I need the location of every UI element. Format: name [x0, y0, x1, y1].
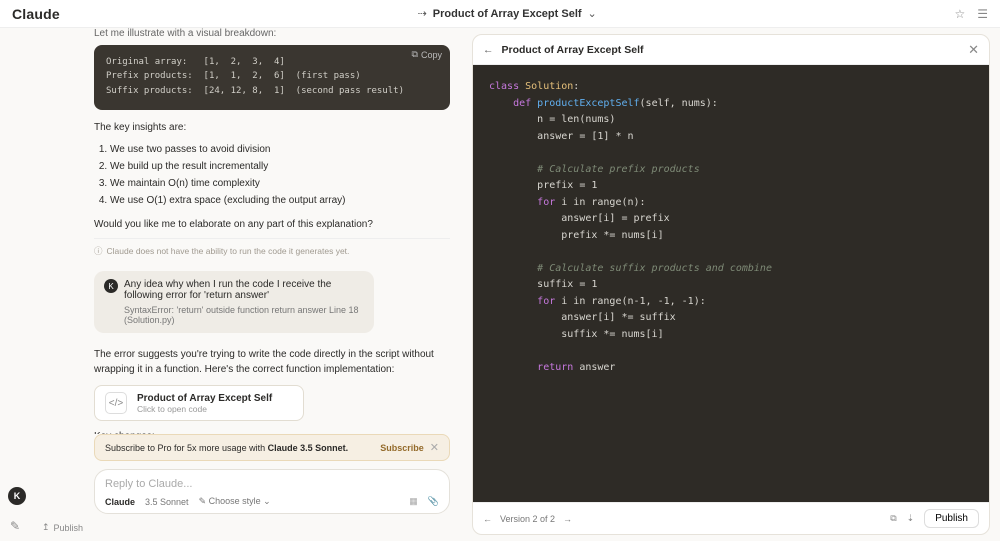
attach-icon[interactable]: 📎 — [428, 496, 439, 507]
assistant-text: The key insights are: — [94, 120, 450, 135]
artifact-panel: ← Product of Array Except Self ✕ class S… — [472, 34, 990, 535]
version-label: Version 2 of 2 — [500, 514, 555, 524]
publish-link[interactable]: ↥ Publish — [42, 522, 450, 533]
code-icon: </> — [105, 392, 127, 414]
assistant-text: Would you like me to elaborate on any pa… — [94, 217, 450, 232]
model-brand: Claude — [105, 497, 135, 507]
input-placeholder: Reply to Claude... — [105, 478, 439, 490]
close-icon[interactable]: ✕ — [968, 42, 979, 58]
new-chat-icon[interactable]: ✎ — [10, 519, 24, 533]
image-icon[interactable]: ▦ — [409, 496, 418, 507]
code-content: Original array: [1, 2, 3, 4] Prefix prod… — [106, 55, 438, 98]
close-icon[interactable]: ✕ — [430, 441, 439, 454]
artifact-title: Product of Array Except Self — [502, 44, 644, 56]
copy-button[interactable]: ⧉Copy — [412, 49, 442, 60]
insights-list: We use two passes to avoid division We b… — [110, 141, 450, 209]
info-icon: ⓘ — [94, 245, 103, 257]
user-text: Any idea why when I run the code I recei… — [124, 279, 364, 301]
subscribe-button[interactable]: Subscribe — [380, 443, 424, 453]
title-chevron-icon[interactable]: ⌄ — [588, 7, 597, 20]
subscribe-text: Subscribe to Pro for 5x more usage with … — [105, 443, 348, 453]
user-error-text: SyntaxError: 'return' outside function r… — [124, 305, 364, 325]
user-message: K Any idea why when I run the code I rec… — [94, 271, 374, 333]
star-icon[interactable]: ☆ — [954, 7, 965, 21]
assistant-text: Let me illustrate with a visual breakdow… — [94, 28, 450, 39]
info-note: ⓘ Claude does not have the ability to ru… — [94, 238, 450, 257]
user-avatar-small: K — [104, 279, 118, 293]
prev-version-icon[interactable]: ← — [483, 514, 492, 524]
next-version-icon[interactable]: → — [563, 514, 572, 524]
assistant-text: The error suggests you're trying to writ… — [94, 347, 450, 377]
style-picker[interactable]: ✎ Choose style ⌄ — [199, 496, 271, 507]
app-logo: Claude — [12, 6, 60, 22]
settings-icon[interactable]: ☰ — [977, 7, 988, 21]
publish-icon: ↥ — [42, 522, 50, 533]
code-viewer: class Solution: def productExceptSelf(se… — [473, 65, 989, 502]
subscribe-banner: Subscribe to Pro for 5x more usage with … — [94, 434, 450, 461]
user-avatar[interactable]: K — [8, 487, 26, 505]
code-block: ⧉Copy Original array: [1, 2, 3, 4] Prefi… — [94, 45, 450, 110]
download-icon[interactable]: ⇣ — [907, 513, 915, 524]
document-title[interactable]: Product of Array Except Self — [433, 8, 582, 20]
publish-button[interactable]: Publish — [924, 509, 979, 528]
back-icon[interactable]: ← — [483, 44, 494, 56]
artifact-chip-title: Product of Array Except Self — [137, 393, 272, 404]
share-indicator-icon: ⇢ — [418, 7, 427, 20]
copy-code-icon[interactable]: ⧉ — [890, 513, 896, 524]
artifact-chip-subtitle: Click to open code — [137, 404, 272, 414]
model-name[interactable]: 3.5 Sonnet — [145, 497, 189, 507]
chat-input[interactable]: Reply to Claude... Claude 3.5 Sonnet ✎ C… — [94, 469, 450, 514]
copy-icon: ⧉ — [412, 49, 418, 60]
artifact-chip[interactable]: </> Product of Array Except Self Click t… — [94, 385, 304, 421]
